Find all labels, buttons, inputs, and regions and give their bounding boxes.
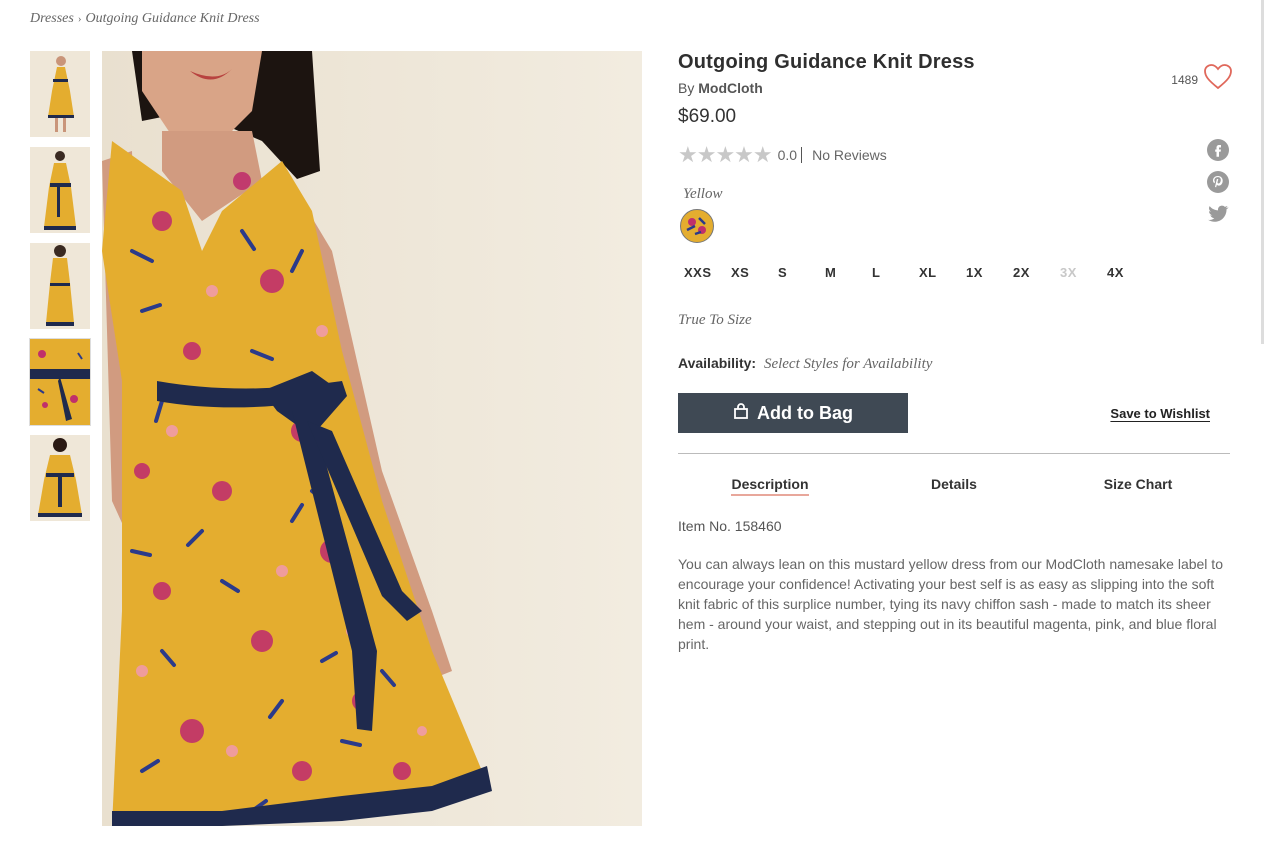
rating-stars: ★★★★★ [678, 142, 773, 167]
availability-value: Select Styles for Availability [763, 356, 933, 372]
tab-details-label: Details [931, 476, 977, 492]
brand-line: By ModCloth [678, 80, 1230, 96]
product-price: $69.00 [678, 106, 737, 127]
reviews-link[interactable]: No Reviews [812, 147, 887, 163]
main-product-image[interactable] [102, 51, 642, 826]
bag-icon [733, 402, 749, 424]
color-swatch-yellow[interactable] [680, 209, 714, 243]
add-to-bag-label: Add to Bag [757, 402, 853, 423]
thumbnail-2[interactable] [30, 147, 90, 233]
item-number: Item No. 158460 [678, 518, 782, 534]
brand-prefix: By [678, 80, 695, 96]
size-option-xl[interactable]: XL [913, 265, 960, 280]
availability: Availability: Select Styles for Availabi… [678, 355, 1230, 373]
size-option-m[interactable]: M [819, 265, 866, 280]
save-to-wishlist-link[interactable]: Save to Wishlist [1110, 406, 1210, 421]
size-option-4x[interactable]: 4X [1101, 265, 1148, 280]
section-divider [678, 453, 1230, 454]
tab-size-chart-label: Size Chart [1103, 476, 1173, 492]
purchase-actions: Add to Bag Save to Wishlist [678, 393, 1230, 433]
color-name: Yellow [683, 186, 723, 202]
thumbnail-list [29, 51, 91, 531]
brand-link[interactable]: ModCloth [698, 80, 763, 96]
tab-size-chart[interactable]: Size Chart [1046, 476, 1230, 492]
rating-value: 0.0 [777, 147, 798, 163]
product-info: Outgoing Guidance Knit Dress By ModCloth… [678, 51, 1230, 654]
size-option-2x[interactable]: 2X [1007, 265, 1054, 280]
size-option-3x: 3X [1060, 265, 1077, 280]
size-option-1x[interactable]: 1X [960, 265, 1007, 280]
thumbnail-3[interactable] [30, 243, 90, 329]
size-option-xxs[interactable]: XXS [678, 265, 725, 280]
product-description: You can always lean on this mustard yell… [678, 556, 1223, 652]
rating-summary: ★★★★★ 0.0 No Reviews [678, 142, 1230, 168]
product-title: Outgoing Guidance Knit Dress [678, 51, 975, 73]
size-selector: XXS XS S M L XL 1X 2X 3X 4X [678, 265, 1230, 280]
size-option-l[interactable]: L [866, 265, 913, 280]
thumbnail-4[interactable] [29, 338, 91, 426]
availability-label: Availability: [678, 355, 757, 371]
thumbnail-1[interactable] [30, 51, 90, 137]
thumbnail-5[interactable] [30, 435, 90, 521]
tab-details[interactable]: Details [862, 476, 1046, 492]
breadcrumb-separator: › [77, 13, 82, 25]
add-to-bag-button[interactable]: Add to Bag [678, 393, 908, 433]
size-option-xs[interactable]: XS [725, 265, 772, 280]
breadcrumb: Dresses › Outgoing Guidance Knit Dress [30, 11, 260, 27]
info-tabs: Description Details Size Chart [678, 476, 1230, 496]
rating-divider [801, 147, 803, 163]
breadcrumb-current: Outgoing Guidance Knit Dress [85, 11, 260, 26]
tab-description[interactable]: Description [678, 476, 862, 496]
tab-description-label: Description [731, 476, 809, 496]
breadcrumb-link-dresses[interactable]: Dresses [30, 11, 74, 26]
size-option-s[interactable]: S [772, 265, 819, 280]
fit-note: True To Size [678, 312, 752, 328]
